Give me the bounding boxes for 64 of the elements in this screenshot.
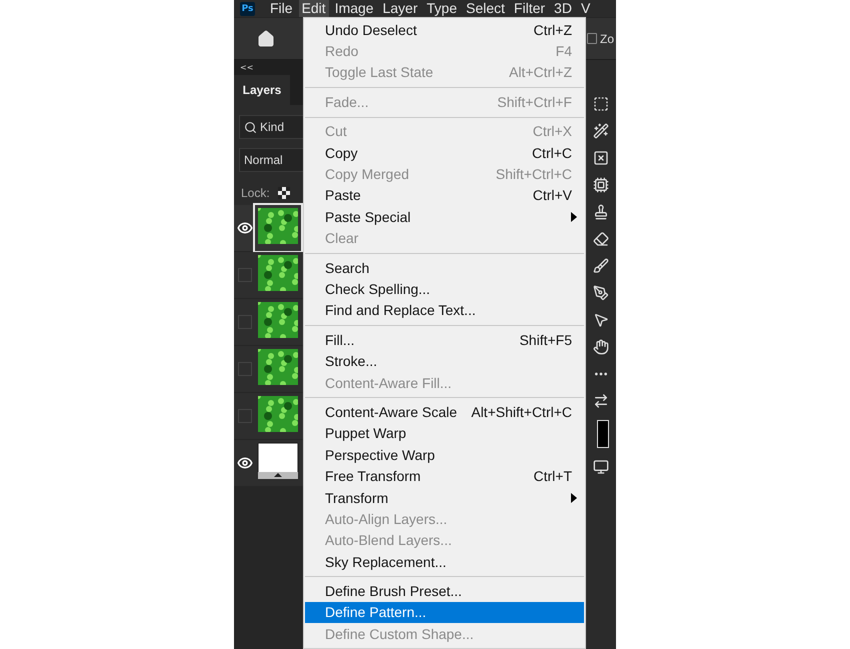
texture-thumbnail	[258, 255, 298, 291]
layers-tab[interactable]: Layers	[234, 75, 290, 105]
menu-title[interactable]: Layer	[380, 0, 421, 17]
menu-title[interactable]: Select	[463, 0, 508, 17]
magic-wand-icon[interactable]	[593, 123, 610, 139]
lock-transparency-icon[interactable]	[278, 187, 290, 199]
layer-row[interactable]	[234, 346, 303, 393]
stamp-icon[interactable]	[593, 204, 610, 220]
texture-thumbnail	[258, 349, 298, 385]
texture-thumbnail	[258, 302, 298, 338]
blend-mode-dropdown[interactable]: Normal	[239, 148, 303, 172]
menu-item[interactable]: Stroke...	[305, 350, 584, 372]
menu-title[interactable]: 3D	[551, 0, 575, 17]
marquee-icon[interactable]	[593, 96, 610, 112]
layer-row[interactable]	[234, 299, 303, 346]
collapse-button[interactable]: <<	[234, 60, 303, 75]
menu-item[interactable]: Fill... Shift+F5	[305, 329, 584, 350]
menu-title[interactable]: Type	[424, 0, 460, 17]
menu-item[interactable]: Define Brush Preset...	[305, 580, 584, 602]
zoom-label: Zo	[600, 32, 614, 46]
menu-item[interactable]: Paste Ctrl+V	[305, 184, 584, 206]
menu-title[interactable]: V	[578, 0, 594, 17]
texture-thumbnail	[258, 396, 298, 432]
swap-arrows-icon[interactable]	[593, 393, 610, 409]
menu-item[interactable]: Search	[305, 256, 584, 278]
menu-item[interactable]: Copy Ctrl+C	[305, 142, 584, 164]
pointer-icon[interactable]	[593, 312, 610, 328]
eye-icon[interactable]	[236, 220, 252, 236]
layer-row[interactable]	[234, 252, 303, 299]
menu-item[interactable]: Undo Deselect Ctrl+Z	[305, 19, 584, 40]
menu-title[interactable]: Filter	[510, 0, 548, 17]
menu-item[interactable]: Sky Replacement...	[305, 550, 584, 572]
search-icon	[244, 120, 257, 134]
menu-item[interactable]: Perspective Warp	[305, 444, 584, 466]
pen-icon[interactable]	[593, 285, 610, 301]
menu-item[interactable]: Transform	[305, 486, 584, 508]
menu-item[interactable]: Content-Aware Scale Alt+Shift+Ctrl+C	[305, 401, 584, 423]
layer-row[interactable]	[234, 205, 303, 252]
texture-thumbnail	[258, 208, 298, 244]
blank-thumbnail	[258, 443, 298, 479]
lock-label: Lock:	[241, 186, 270, 200]
menu-item[interactable]: Paste Special	[305, 206, 584, 228]
layer-row[interactable]	[234, 393, 303, 440]
eraser-icon[interactable]	[593, 231, 610, 247]
menu-item[interactable]: Define Pattern...	[305, 602, 584, 624]
menu-item[interactable]: Check Spelling...	[305, 278, 584, 300]
submenu-arrow-icon	[571, 492, 577, 503]
frame-icon[interactable]	[593, 150, 610, 166]
menu-item[interactable]: Find and Replace Text...	[305, 300, 584, 322]
hand-icon[interactable]	[593, 339, 610, 355]
menu-item[interactable]: Puppet Warp	[305, 422, 584, 444]
menu-title[interactable]: File	[267, 0, 296, 17]
menu-item[interactable]: Free Transform Ctrl+T	[305, 465, 584, 487]
filter-field[interactable]: Kind	[239, 115, 303, 139]
eye-icon[interactable]	[236, 455, 252, 471]
brush-icon[interactable]	[593, 258, 610, 274]
chip-icon[interactable]	[593, 177, 610, 193]
menu-title[interactable]: Edit	[298, 0, 329, 17]
app-logo[interactable]: Ps	[240, 2, 255, 16]
menu-title[interactable]: Image	[332, 0, 377, 17]
color-swatch[interactable]	[597, 420, 610, 448]
screen-mode-icon[interactable]	[593, 459, 610, 475]
layer-row[interactable]	[234, 440, 303, 487]
submenu-arrow-icon	[571, 212, 577, 222]
